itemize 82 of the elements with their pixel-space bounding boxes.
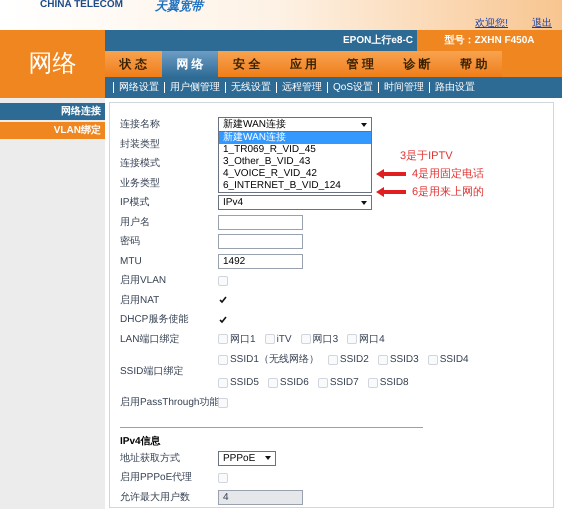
field-label: 允许最大用户数 [120,490,191,505]
field-label: DHCP服务使能 [120,312,190,328]
section-heading: IPv4信息 [120,434,162,448]
check-icon [219,296,227,304]
field-label: 业务类型 [120,176,161,191]
checkbox-label: SSID6 [280,376,309,390]
sub-nav-link[interactable]: 网络设置 [113,82,164,93]
field-label: 启用VLAN [120,274,168,288]
checkbox[interactable] [268,378,278,388]
nav-tab[interactable]: 网 络 [162,51,218,77]
caret-icon [361,122,367,127]
checkbox[interactable] [300,334,311,344]
checkbox-label: SSID3 [390,353,419,367]
checkbox[interactable] [328,354,338,364]
checkbox[interactable] [368,378,378,388]
checkbox-label: SSID1（无线网络） [230,352,319,367]
check-icon [219,316,227,324]
sub-nav-link[interactable]: 时间管理 [378,82,430,93]
field-label: SSID端口绑定 [120,364,184,378]
sub-nav-link[interactable]: QoS设置 [327,82,378,93]
nav-tab[interactable]: 诊 断 [388,51,446,77]
brand-name: CHINA TELECOM [40,0,123,10]
nav-tab[interactable]: 安 全 [218,51,276,77]
model-label: 型号：ZXHN F450A [417,30,562,51]
dropdown-option[interactable]: 1_TR069_R_VID_45 [219,144,371,156]
checkbox[interactable] [218,314,228,325]
checkbox[interactable] [428,354,438,364]
sub-nav-link[interactable]: 远程管理 [276,82,327,93]
dropdown-option[interactable]: 6_INTERNET_B_VID_124 [219,180,371,192]
dropdown-option[interactable]: 3_Other_B_VID_43 [219,156,371,168]
checkbox[interactable] [218,334,228,344]
field-label: IP模式 [120,196,150,210]
checkbox-label: SSID8 [380,376,409,390]
sub-nav-link[interactable]: 路由设置 [429,82,480,93]
field-label: 密码 [120,234,141,250]
checkbox[interactable] [218,276,228,286]
section-title: 网络 [28,49,78,79]
checkbox-label: SSID4 [440,353,469,367]
sub-nav-link[interactable]: 无线设置 [225,82,276,93]
field-label: LAN端口绑定 [120,332,180,347]
header-link[interactable]: 退出 [532,16,552,31]
checkbox[interactable] [264,334,275,344]
checkbox[interactable] [218,378,228,388]
checkbox[interactable] [378,354,388,364]
checkbox[interactable] [318,378,328,388]
field-label: MTU [120,254,143,269]
nav-tab[interactable]: 状 态 [105,51,162,77]
field-label: 启用PPPoE代理 [120,470,194,486]
field-label: 连接模式 [120,156,161,172]
sidebar-item[interactable]: 网络连接 [0,103,105,120]
checkbox[interactable] [347,334,358,344]
checkbox-label: 网口3 [312,332,338,347]
checkbox-label: 网口4 [359,332,385,347]
checkbox-label: 网口1 [230,332,256,347]
field-label: 用户名 [120,216,151,230]
dropdown-option[interactable]: 4_VOICE_R_VID_42 [219,168,371,180]
field-label: 地址获取方式 [120,452,181,466]
checkbox[interactable] [218,472,228,483]
checkbox-label: iTV [276,332,292,347]
select-field[interactable]: PPPoE [218,450,276,466]
input-field[interactable]: 1492 [218,254,303,269]
sub-nav-link[interactable]: 用户侧管理 [164,82,225,93]
field-label: 封装类型 [120,138,161,152]
checkbox-label: SSID7 [330,376,359,390]
select-field[interactable]: IPv4 [218,195,372,210]
field-label: 连接名称 [120,118,161,132]
nav-tab[interactable]: 帮 助 [445,51,502,77]
checkbox[interactable] [218,354,228,364]
checkbox-label: SSID2 [340,353,369,367]
header-link[interactable]: 欢迎您! [475,16,508,31]
caret-icon [361,200,367,205]
uplink-label: EPON上行e8-C [342,34,414,48]
select-field[interactable]: 新建WAN连接 [218,117,372,132]
field-label: 启用NAT [120,294,160,308]
nav-tab[interactable]: 管 理 [332,51,389,77]
checkbox[interactable] [218,398,228,408]
checkbox-label: SSID5 [230,376,259,390]
nav-tab[interactable]: 应 用 [275,51,332,77]
checkbox[interactable] [218,295,228,306]
caret-icon [265,456,271,460]
input-field[interactable] [218,214,303,230]
input-field[interactable] [218,234,303,250]
